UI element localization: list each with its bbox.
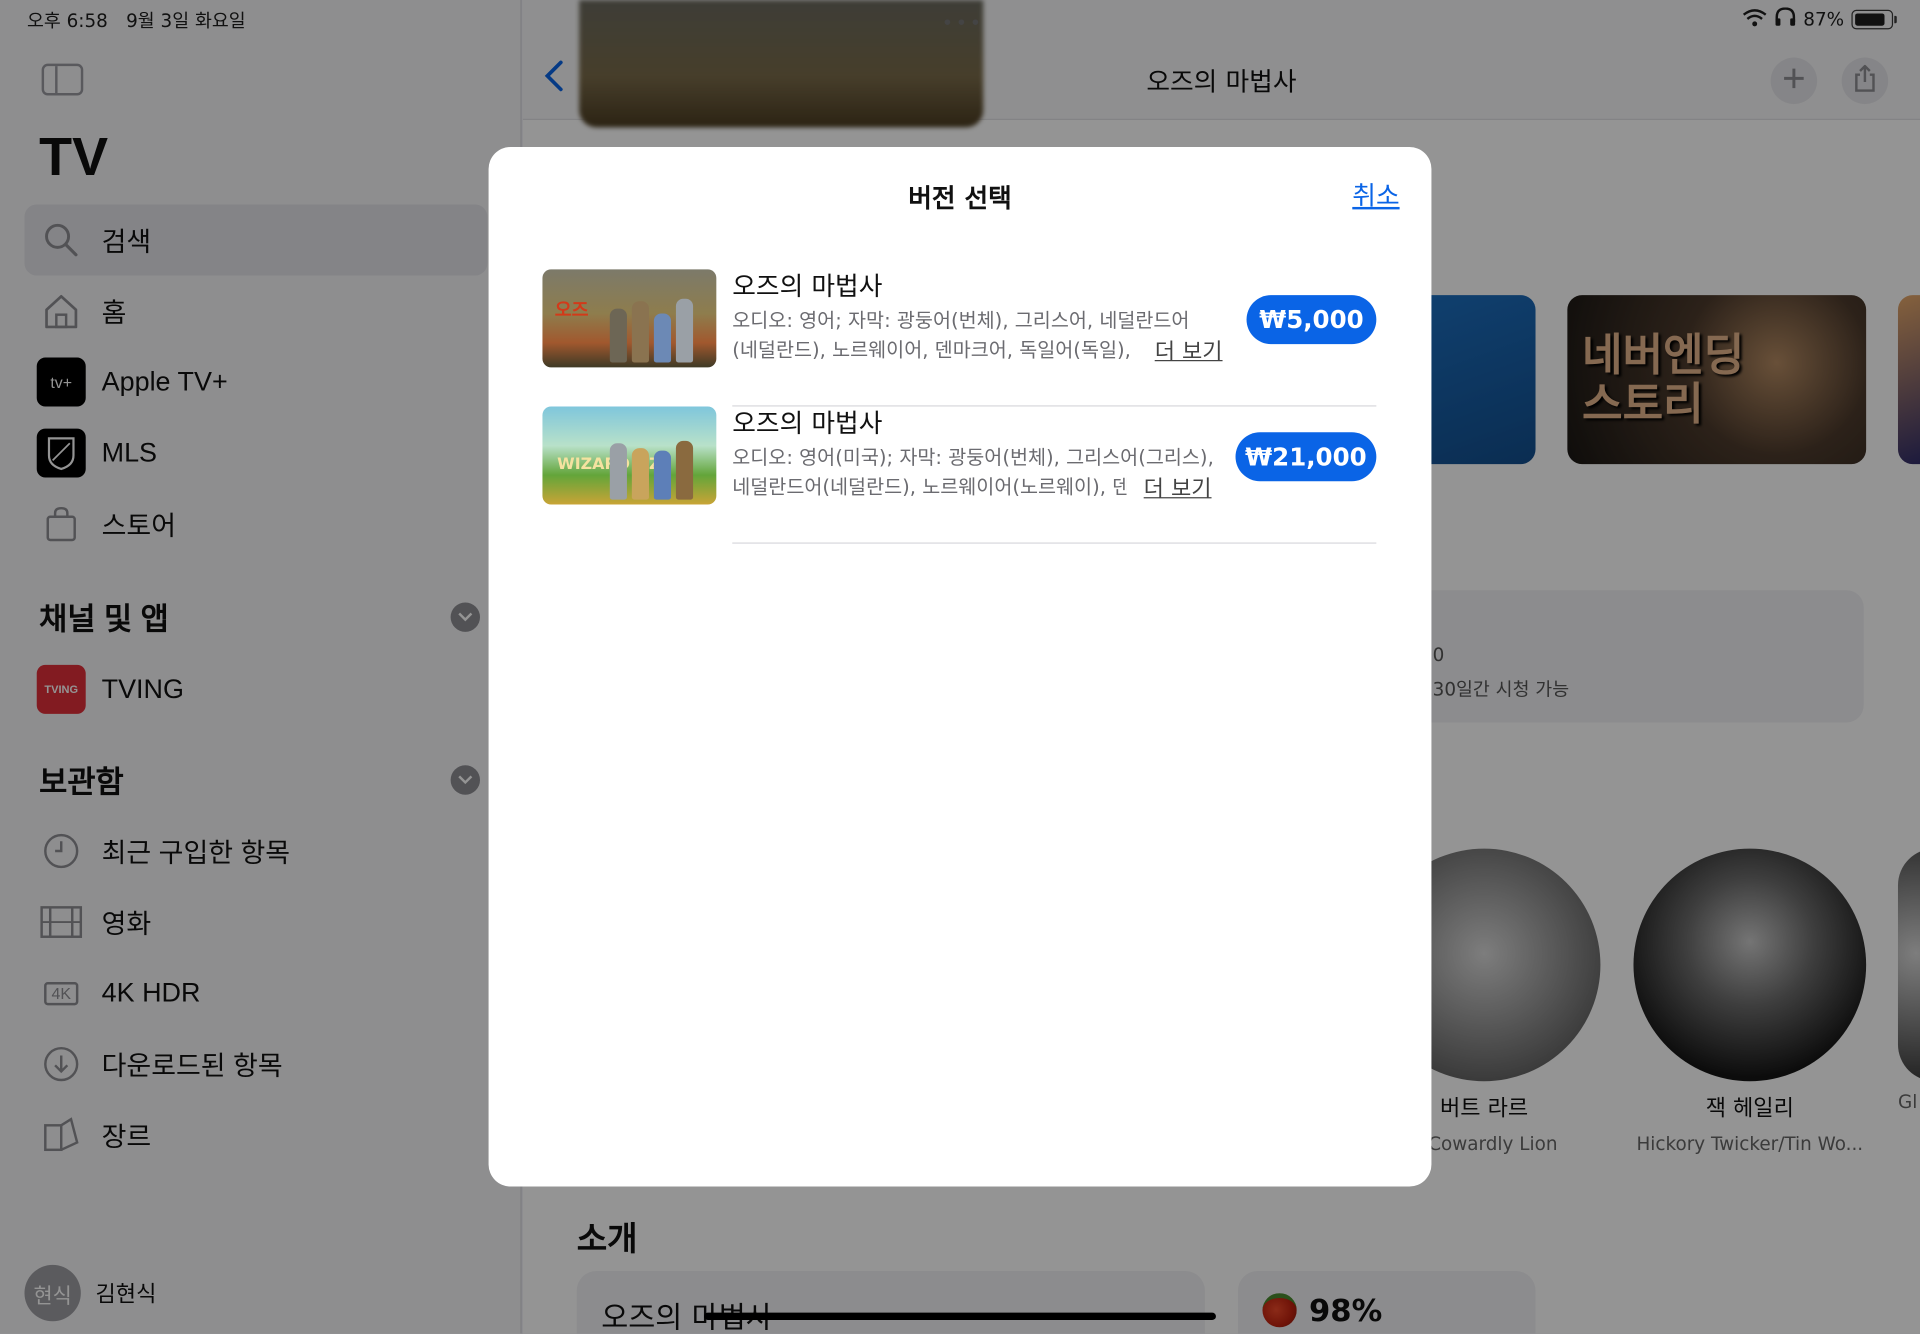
version-thumbnail: WIZARD OZ (542, 406, 717, 505)
headphones-icon (1774, 7, 1796, 31)
battery-icon (1851, 9, 1897, 30)
version-row[interactable]: WIZARD OZ 오즈의 마법사 오디오: 영어(미국); 자막: 광둥어(번… (542, 406, 1377, 544)
status-right: 87% (1742, 7, 1897, 31)
version-row[interactable]: 오즈 오즈의 마법사 오디오: 영어; 자막: 광둥어(번체), 그리스어, 네… (542, 269, 1377, 407)
version-thumbnail: 오즈 (542, 269, 717, 368)
version-title: 오즈의 마법사 (732, 408, 883, 439)
version-picker-modal: 버전 선택 취소 오즈 오즈의 마법사 오디오: 영어; 자막: 광둥어(번체)… (488, 146, 1432, 1187)
version-title: 오즈의 마법사 (732, 271, 883, 302)
modal-title: 버전 선택 (908, 183, 1012, 214)
row-divider (732, 542, 1377, 544)
multitasking-dots-icon[interactable]: ••• (942, 11, 984, 34)
status-date: 9월 3일 화요일 (126, 9, 246, 32)
more-link[interactable]: 더 보기 (1137, 334, 1223, 367)
cancel-button[interactable]: 취소 (1352, 176, 1399, 213)
home-indicator[interactable] (704, 1312, 1216, 1321)
battery-percent: 87% (1803, 8, 1845, 31)
screen: TV 검색 홈 tv+ Apple TV+ MLS 스토어 채널 및 앱 TVI… (0, 0, 1920, 1334)
more-link[interactable]: 더 보기 (1126, 471, 1212, 504)
status-time: 오후 6:58 (26, 9, 108, 32)
wifi-icon (1742, 8, 1767, 31)
buy-button[interactable]: ₩5,000 (1246, 295, 1377, 345)
status-bar: 오후 6:58 9월 3일 화요일 ••• 87% (0, 0, 1920, 39)
buy-button[interactable]: ₩21,000 (1235, 432, 1377, 482)
thumbnail-title: 오즈 (554, 298, 589, 321)
